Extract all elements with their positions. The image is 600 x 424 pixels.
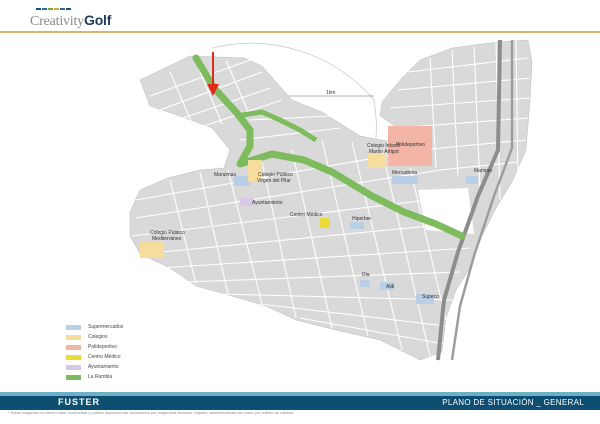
brand-name: FUSTER bbox=[58, 397, 100, 407]
mercadona-area bbox=[392, 176, 418, 184]
legend-label: Centro Médico bbox=[88, 354, 121, 360]
legend-label: Supermercados bbox=[88, 324, 124, 330]
header-divider bbox=[0, 31, 600, 33]
legend-item: Supermercados bbox=[66, 322, 123, 332]
logo-bar bbox=[60, 8, 65, 10]
mamper-area bbox=[466, 176, 478, 184]
label-colegio-martin: Martín Artigot bbox=[369, 149, 399, 155]
logo: CreativityGolf bbox=[30, 12, 111, 30]
legend-item: La Rambla bbox=[66, 372, 123, 382]
logo-bar bbox=[48, 8, 53, 10]
logo-suffix: Golf bbox=[84, 12, 112, 28]
label-colegio-pilar: Virgen del Pilar bbox=[257, 178, 291, 184]
label-dia: Dia bbox=[362, 272, 370, 278]
label-hiperber: Hiperber bbox=[352, 216, 372, 222]
colegio-martin-area bbox=[368, 154, 386, 168]
legend-label: La Rambla bbox=[88, 374, 113, 380]
legend-swatch bbox=[66, 324, 81, 330]
label-centro-medico: Centro Médico bbox=[290, 212, 323, 218]
maruimas-area bbox=[234, 176, 250, 186]
plan-title: PLANO DE SITUACIÓN _ GENERAL bbox=[442, 398, 584, 407]
header: CreativityGolf bbox=[0, 0, 600, 34]
label-maruimas: Maruimas bbox=[214, 172, 236, 178]
label-mercadona: Mercadona bbox=[392, 170, 417, 176]
legend-item: Colegios bbox=[66, 332, 123, 342]
legend-item: Ayuntamiento bbox=[66, 362, 123, 372]
legend-swatch bbox=[66, 344, 81, 350]
logo-bar bbox=[66, 8, 71, 10]
legend-item: Polideportivo bbox=[66, 342, 123, 352]
logo-bar bbox=[54, 8, 59, 10]
legend-swatch bbox=[66, 354, 81, 360]
label-ayuntamiento: Ayuntamiento bbox=[252, 200, 283, 206]
map-legend: Supermercados Colegios Polideportivo Cen… bbox=[66, 322, 123, 382]
label-mamper: Mamper bbox=[474, 168, 493, 174]
legend-item: Centro Médico bbox=[66, 352, 123, 362]
label-supeco: Supeco bbox=[422, 294, 439, 300]
legend-swatch bbox=[66, 334, 81, 340]
label-aldi: Aldi bbox=[386, 284, 394, 290]
label-colegio-mediterraneo: Mediterráneo bbox=[152, 236, 182, 242]
legend-label: Ayuntamiento bbox=[88, 364, 119, 370]
legend-swatch bbox=[66, 364, 81, 370]
colegio-mediterraneo-area bbox=[140, 242, 164, 258]
dia-area bbox=[360, 280, 370, 287]
legend-label: Colegios bbox=[88, 334, 108, 340]
label-polideportivo: Polideportivo bbox=[396, 142, 425, 148]
scale-label: 1km bbox=[326, 90, 335, 96]
logo-prefix: Creativity bbox=[30, 14, 84, 29]
logo-bar bbox=[42, 8, 47, 10]
hiperber-area bbox=[350, 222, 364, 229]
centro-medico-area bbox=[320, 218, 330, 228]
disclaimer-note: * Estas imágenes no tienen valor contrac… bbox=[8, 410, 294, 415]
logo-color-bars bbox=[36, 8, 71, 10]
legend-label: Polideportivo bbox=[88, 344, 117, 350]
logo-bar bbox=[36, 8, 41, 10]
legend-swatch bbox=[66, 374, 81, 380]
